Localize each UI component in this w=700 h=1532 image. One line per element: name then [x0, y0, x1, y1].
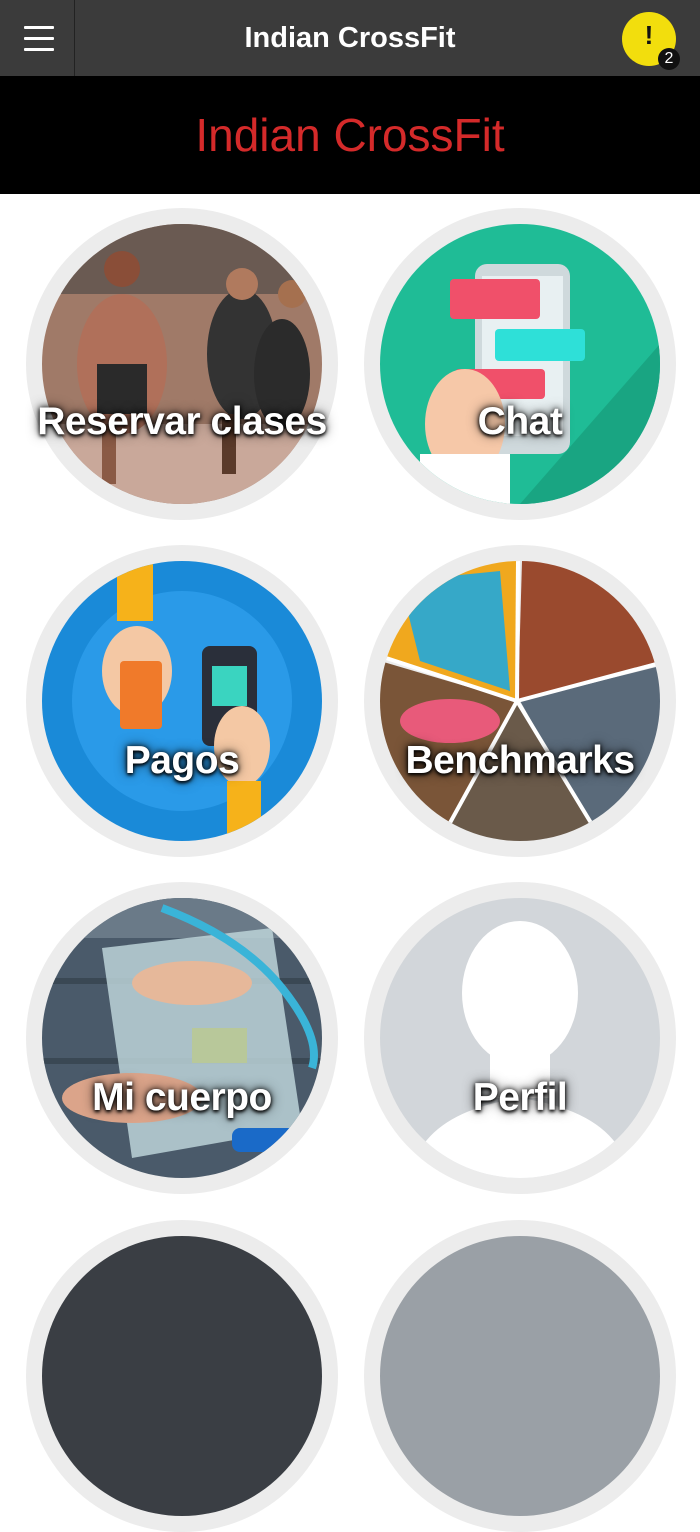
notifications-button[interactable]: ! 2: [622, 12, 680, 70]
tile-image: [380, 1236, 660, 1516]
tile-next-right[interactable]: [364, 1220, 676, 1532]
gym-banner: Indian CrossFit: [0, 76, 700, 194]
tile-label: Reservar clases: [37, 400, 327, 443]
tile-next-left[interactable]: [26, 1220, 338, 1532]
top-app-bar: Indian CrossFit ! 2: [0, 0, 700, 76]
tile-benchmarks[interactable]: Benchmarks: [364, 545, 676, 857]
tile-label: Perfil: [472, 1076, 568, 1119]
tile-pagos[interactable]: Pagos: [26, 545, 338, 857]
card-payment-illustration: [42, 561, 322, 841]
tile-mi-cuerpo[interactable]: Mi cuerpo: [26, 882, 338, 1194]
sports-collage-photo: [380, 561, 660, 841]
exclamation-icon: !: [644, 20, 654, 50]
tile-reservar-clases[interactable]: Reservar clases: [26, 208, 338, 520]
tile-label: Mi cuerpo: [92, 1076, 272, 1119]
tile-perfil[interactable]: Perfil: [364, 882, 676, 1194]
notification-count-badge: 2: [658, 48, 680, 70]
tile-image: [42, 1236, 322, 1516]
tile-label: Benchmarks: [405, 739, 635, 782]
app-title: Indian CrossFit: [244, 22, 456, 54]
crossfit-athletes-running-photo: [42, 224, 322, 504]
tile-chat[interactable]: Chat: [364, 208, 676, 520]
tile-label: Pagos: [124, 739, 240, 782]
scale-and-measuring-tape-photo: [42, 898, 322, 1178]
chat-phone-illustration: [380, 224, 660, 504]
profile-silhouette-placeholder: [380, 898, 660, 1178]
menu-button[interactable]: [0, 0, 75, 76]
banner-title: Indian CrossFit: [195, 109, 505, 161]
tile-label: Chat: [477, 400, 563, 443]
